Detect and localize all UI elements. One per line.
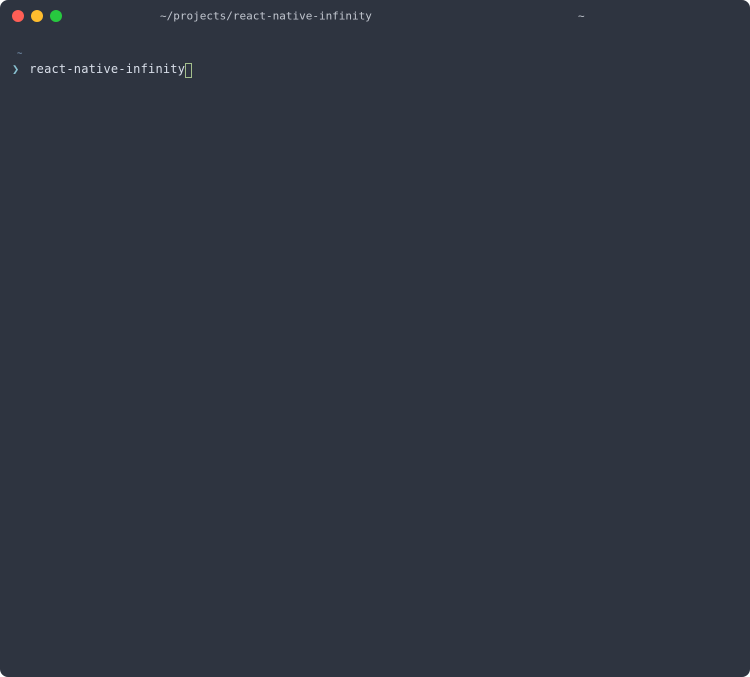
terminal-body[interactable]: ~ ❯ react-native-infinity: [0, 32, 750, 677]
window-title-path: ~/projects/react-native-infinity: [160, 10, 372, 23]
prompt-context: ~: [10, 50, 740, 59]
minimize-icon[interactable]: [31, 10, 43, 22]
maximize-icon[interactable]: [50, 10, 62, 22]
close-icon[interactable]: [12, 10, 24, 22]
traffic-lights: [0, 10, 62, 22]
command-text: react-native-infinity: [29, 61, 185, 77]
terminal-window: ~/projects/react-native-infinity ~ ~ ❯ r…: [0, 0, 750, 677]
titlebar: ~/projects/react-native-infinity ~: [0, 0, 750, 32]
prompt-line: ❯ react-native-infinity: [10, 61, 740, 77]
cursor: [185, 63, 192, 78]
prompt-symbol: ❯: [10, 61, 29, 77]
window-title-right: ~: [578, 10, 585, 23]
